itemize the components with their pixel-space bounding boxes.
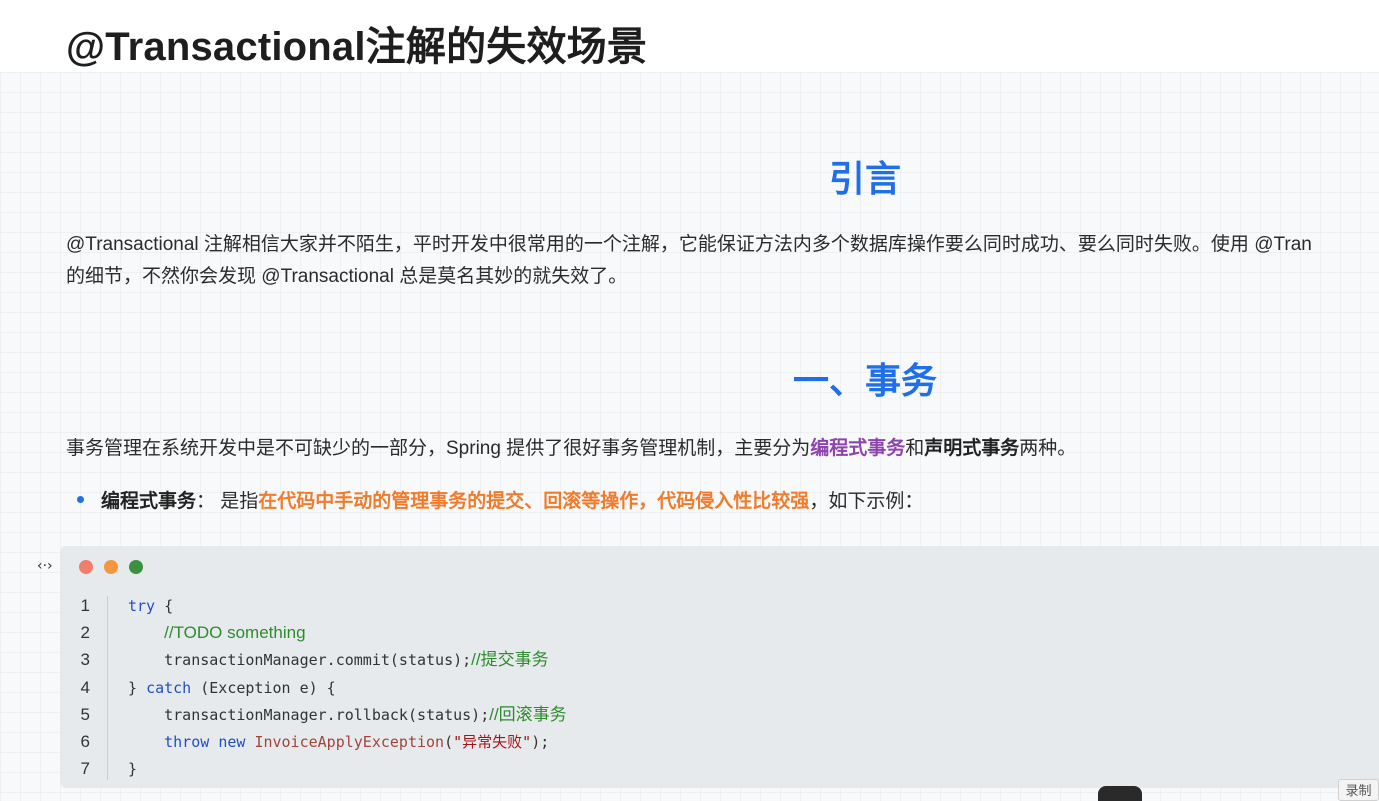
line-number: 5 [80, 704, 90, 724]
code-line: 4} catch (Exception e) { [60, 674, 567, 701]
code-line: 5 transactionManager.rollback(status);//… [60, 701, 567, 728]
line-number: 3 [80, 650, 90, 670]
bullet-icon [77, 496, 84, 504]
section1-end-text: 两种。 [1019, 438, 1077, 459]
keyword-catch: catch [146, 678, 192, 697]
code-lines: 1 try { 2 //TODO something 3 transactionM… [60, 592, 567, 782]
code-text: { [155, 597, 174, 615]
string-literal: "异常失败" [453, 732, 532, 751]
code-text: ); [531, 732, 550, 751]
code-text: } [128, 678, 147, 697]
code-text: (Exception e) { [191, 678, 336, 697]
section1-heading: 一、事务 [793, 360, 938, 401]
code-line: 6 throw new InvoiceApplyException("异常失败"… [60, 728, 567, 755]
code-line: 1 try { [60, 592, 567, 619]
expand-horizontal-icon[interactable]: ‹·› [37, 558, 53, 574]
line-number: 7 [80, 759, 90, 779]
code-line: 7} [60, 755, 567, 782]
keyword-throw: throw [164, 732, 210, 751]
list-item: 编程式事务： 是指在代码中手动的管理事务的提交、回滚等操作，代码侵入性比较强，如… [77, 486, 923, 518]
line-number: 1 [80, 596, 90, 615]
close-dot-icon [79, 560, 93, 574]
code-text: transactionManager.rollback(status); [164, 705, 490, 724]
bullet-separator: ： 是指 [196, 491, 259, 512]
bullet-tail: ，如下示例： [809, 491, 924, 512]
code-text: ( [444, 732, 454, 751]
page: @Transactional注解的失效场景 引言 @Transactional … [0, 0, 1379, 801]
window-controls [79, 560, 154, 579]
intro-heading: 引言 [829, 158, 902, 199]
code-line: 3 transactionManager.commit(status);//提交… [60, 646, 567, 673]
intro-paragraph-line2: 的细节，不然你会发现 @Transactional 总是莫名其妙的就失效了。 [66, 266, 628, 287]
class-name: InvoiceApplyException [254, 732, 445, 751]
line-number: 6 [80, 731, 90, 751]
and-text: 和 [905, 438, 925, 459]
code-block: 1 try { 2 //TODO something 3 transactionM… [60, 546, 1379, 788]
code-line: 2 //TODO something [60, 619, 567, 646]
code-text: transactionManager.commit(status); [164, 651, 472, 670]
programmatic-transaction-term: 编程式事务 [810, 438, 906, 459]
keyword-try: try [128, 597, 156, 615]
code-comment: //TODO something [164, 623, 306, 643]
intro-paragraph: @Transactional 注解相信大家并不陌生，平时开发中很常用的一个注解，… [66, 229, 1312, 293]
maximize-dot-icon [129, 560, 143, 574]
bullet-highlight: 在代码中手动的管理事务的提交、回滚等操作，代码侵入性比较强 [258, 491, 810, 512]
code-text: } [128, 760, 138, 779]
bullet-term: 编程式事务 [101, 491, 197, 512]
code-comment: //回滚事务 [489, 704, 567, 724]
minimize-dot-icon [104, 560, 118, 574]
section1-text: 事务管理在系统开发中是不可缺少的一部分，Spring 提供了很好事务管理机制，主… [66, 438, 811, 459]
line-number: 2 [80, 623, 90, 643]
intro-paragraph-line1: @Transactional 注解相信大家并不陌生，平时开发中很常用的一个注解，… [66, 234, 1312, 255]
floating-widget-icon[interactable] [1098, 786, 1142, 801]
declarative-transaction-term: 声明式事务 [924, 438, 1020, 459]
code-comment: //提交事务 [471, 650, 549, 670]
record-button[interactable]: 录制 [1338, 779, 1379, 801]
line-number: 4 [80, 677, 90, 697]
keyword-new: new [218, 732, 246, 751]
section1-paragraph: 事务管理在系统开发中是不可缺少的一部分，Spring 提供了很好事务管理机制，主… [66, 433, 1076, 465]
page-title: @Transactional注解的失效场景 [66, 25, 648, 69]
